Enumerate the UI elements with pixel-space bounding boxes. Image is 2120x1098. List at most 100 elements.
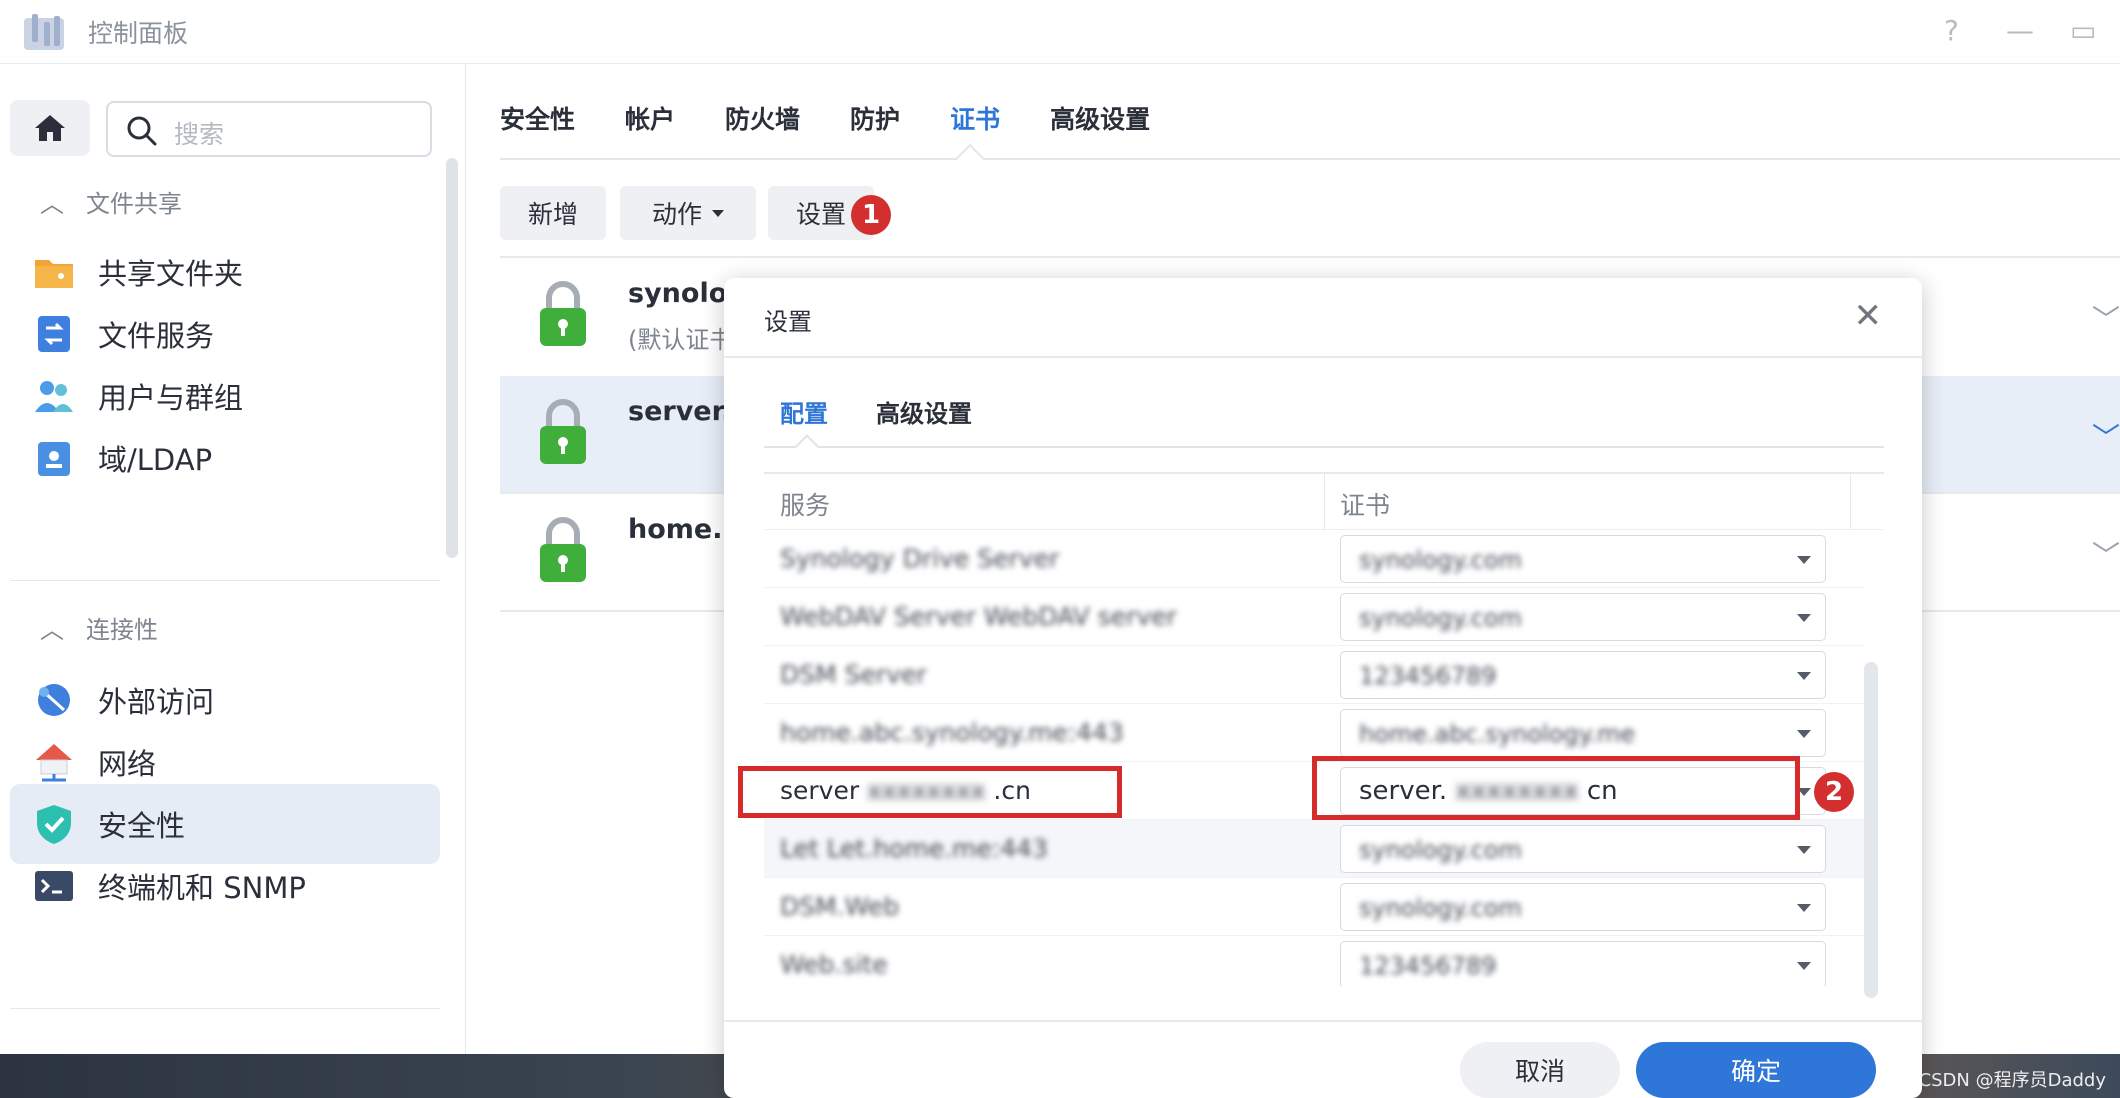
action-button[interactable]: 动作 bbox=[620, 186, 756, 240]
sidebar-scrollbar[interactable] bbox=[446, 158, 458, 558]
sidebar-item-label: 安全性 bbox=[98, 809, 186, 843]
column-certificate[interactable]: 证书 bbox=[1340, 486, 1390, 522]
lock-icon bbox=[540, 399, 586, 464]
certificate-select[interactable]: synology.com bbox=[1340, 883, 1826, 931]
search-placeholder: 搜索 bbox=[174, 120, 225, 149]
lock-icon bbox=[540, 517, 586, 582]
caret-down-icon bbox=[1797, 614, 1811, 622]
table-row[interactable]: home.abc.synology.me:443 home.abc.synolo… bbox=[764, 704, 1864, 762]
sidebar-divider bbox=[10, 580, 440, 581]
minimize-button[interactable]: — bbox=[2006, 14, 2034, 47]
sidebar-item-label: 文件服务 bbox=[98, 319, 215, 353]
service-name: Web.site bbox=[780, 950, 888, 979]
certificate-value: synology.com bbox=[1359, 894, 1522, 922]
certificate-name: home.l bbox=[628, 514, 732, 545]
highlight-box-certificate bbox=[1312, 756, 1800, 820]
tab-firewall[interactable]: 防火墙 bbox=[725, 100, 800, 160]
chevron-up-icon: ︿ bbox=[40, 616, 64, 644]
shield-icon bbox=[32, 802, 76, 846]
action-label: 动作 bbox=[651, 200, 702, 229]
table-row[interactable]: Web.site 123456789 bbox=[764, 936, 1864, 986]
sidebar-divider bbox=[10, 1008, 440, 1009]
annotation-badge-1: 1 bbox=[851, 195, 891, 235]
home-button[interactable] bbox=[10, 100, 90, 156]
search-input[interactable]: 搜索 bbox=[106, 101, 432, 157]
certificate-select[interactable]: synology.com bbox=[1340, 593, 1826, 641]
control-panel-icon bbox=[24, 14, 64, 50]
folder-icon bbox=[32, 250, 76, 294]
chevron-down-icon[interactable]: ﹀ bbox=[2092, 416, 2120, 456]
sidebar-item-label: 域/LDAP bbox=[98, 443, 213, 477]
external-access-icon bbox=[32, 678, 76, 722]
section-label: 连接性 bbox=[86, 616, 158, 644]
tab-config[interactable]: 配置 bbox=[780, 394, 828, 429]
dialog-tab-underline bbox=[764, 446, 1884, 448]
domain-icon bbox=[32, 436, 76, 480]
dialog-header-divider bbox=[724, 356, 1922, 358]
sidebar-item-label: 用户与群组 bbox=[98, 381, 244, 415]
tab-security[interactable]: 安全性 bbox=[500, 100, 575, 160]
add-button[interactable]: 新增 bbox=[500, 186, 606, 240]
caret-down-icon bbox=[1797, 672, 1811, 680]
service-certificate-table: 服务 证书 Synology Drive Server synology.com… bbox=[764, 472, 1884, 986]
annotation-badge-2: 2 bbox=[1814, 772, 1854, 812]
certificate-value: 123456789 bbox=[1359, 952, 1497, 980]
certificate-value: synology.com bbox=[1359, 604, 1522, 632]
certificate-select[interactable]: synology.com bbox=[1340, 825, 1826, 873]
dialog-tabs: 配置 高级设置 bbox=[780, 394, 972, 429]
tab-advanced[interactable]: 高级设置 bbox=[1050, 100, 1150, 160]
tab-advanced-settings[interactable]: 高级设置 bbox=[876, 394, 972, 429]
certificate-value: synology.com bbox=[1359, 836, 1522, 864]
sidebar-item-domain-ldap[interactable]: 域/LDAP bbox=[10, 418, 440, 498]
table-row[interactable]: DSM.Web synology.com bbox=[764, 878, 1864, 936]
certificate-select[interactable]: synology.com bbox=[1340, 535, 1826, 583]
highlight-box-service bbox=[738, 766, 1122, 818]
certificate-select[interactable]: 123456789 bbox=[1340, 941, 1826, 986]
sidebar-item-terminal-snmp[interactable]: 终端机和 SNMP bbox=[10, 846, 440, 926]
tab-protection[interactable]: 防护 bbox=[850, 100, 900, 160]
sidebar-item-label: 终端机和 SNMP bbox=[98, 871, 306, 905]
certificate-value: 123456789 bbox=[1359, 662, 1497, 690]
table-row[interactable]: Synology Drive Server synology.com bbox=[764, 530, 1864, 588]
terminal-icon bbox=[32, 864, 76, 908]
chevron-down-icon[interactable]: ﹀ bbox=[2092, 534, 2120, 574]
maximize-button[interactable]: ▭ bbox=[2070, 14, 2096, 47]
service-name: DSM Server bbox=[780, 660, 927, 689]
certificate-value: home.abc.synology.me bbox=[1359, 720, 1636, 748]
file-services-icon bbox=[32, 312, 76, 356]
ok-button[interactable]: 确定 bbox=[1636, 1042, 1876, 1098]
section-connectivity[interactable]: ︿ 连接性 bbox=[40, 610, 158, 645]
table-row[interactable]: WebDAV Server WebDAV server synology.com bbox=[764, 588, 1864, 646]
column-service[interactable]: 服务 bbox=[780, 486, 830, 522]
sidebar-item-label: 共享文件夹 bbox=[98, 257, 244, 291]
help-button[interactable]: ? bbox=[1944, 14, 1959, 47]
users-icon bbox=[32, 374, 76, 418]
caret-down-icon bbox=[1797, 730, 1811, 738]
search-icon bbox=[127, 116, 157, 146]
table-header: 服务 证书 bbox=[764, 474, 1884, 530]
table-row[interactable]: DSM Server 123456789 bbox=[764, 646, 1864, 704]
certificate-select[interactable]: home.abc.synology.me bbox=[1340, 709, 1826, 757]
column-separator bbox=[1850, 474, 1851, 530]
caret-down-icon bbox=[1797, 962, 1811, 970]
section-file-sharing[interactable]: ︿ 文件共享 bbox=[40, 184, 182, 219]
service-name: home.abc.synology.me:443 bbox=[780, 718, 1124, 747]
table-row[interactable]: Let Let.home.me:443 synology.com bbox=[764, 820, 1864, 878]
close-icon[interactable]: ✕ bbox=[1854, 296, 1883, 336]
tab-account[interactable]: 帐户 bbox=[625, 100, 675, 160]
service-name: Synology Drive Server bbox=[780, 544, 1060, 573]
sidebar-item-label: 外部访问 bbox=[98, 685, 215, 719]
certificate-select[interactable]: 123456789 bbox=[1340, 651, 1826, 699]
caret-down-icon bbox=[1797, 556, 1811, 564]
sidebar: 搜索 ︿ 文件共享 共享文件夹 文件服务 用户与群组 域/LDAP ︿ 连接性 bbox=[0, 64, 466, 1054]
dialog-footer-divider bbox=[724, 1020, 1922, 1022]
chevron-down-icon[interactable]: ﹀ bbox=[2092, 298, 2120, 338]
service-name: WebDAV Server WebDAV server bbox=[780, 602, 1177, 631]
cancel-button[interactable]: 取消 bbox=[1460, 1042, 1620, 1098]
home-icon bbox=[35, 115, 65, 141]
certificate-name: server. bbox=[628, 396, 732, 427]
caret-down-icon bbox=[1797, 846, 1811, 854]
main-tabs: 安全性 帐户 防火墙 防护 证书 高级设置 bbox=[500, 100, 1150, 160]
table-scrollbar[interactable] bbox=[1864, 662, 1878, 998]
column-separator bbox=[1324, 474, 1325, 530]
